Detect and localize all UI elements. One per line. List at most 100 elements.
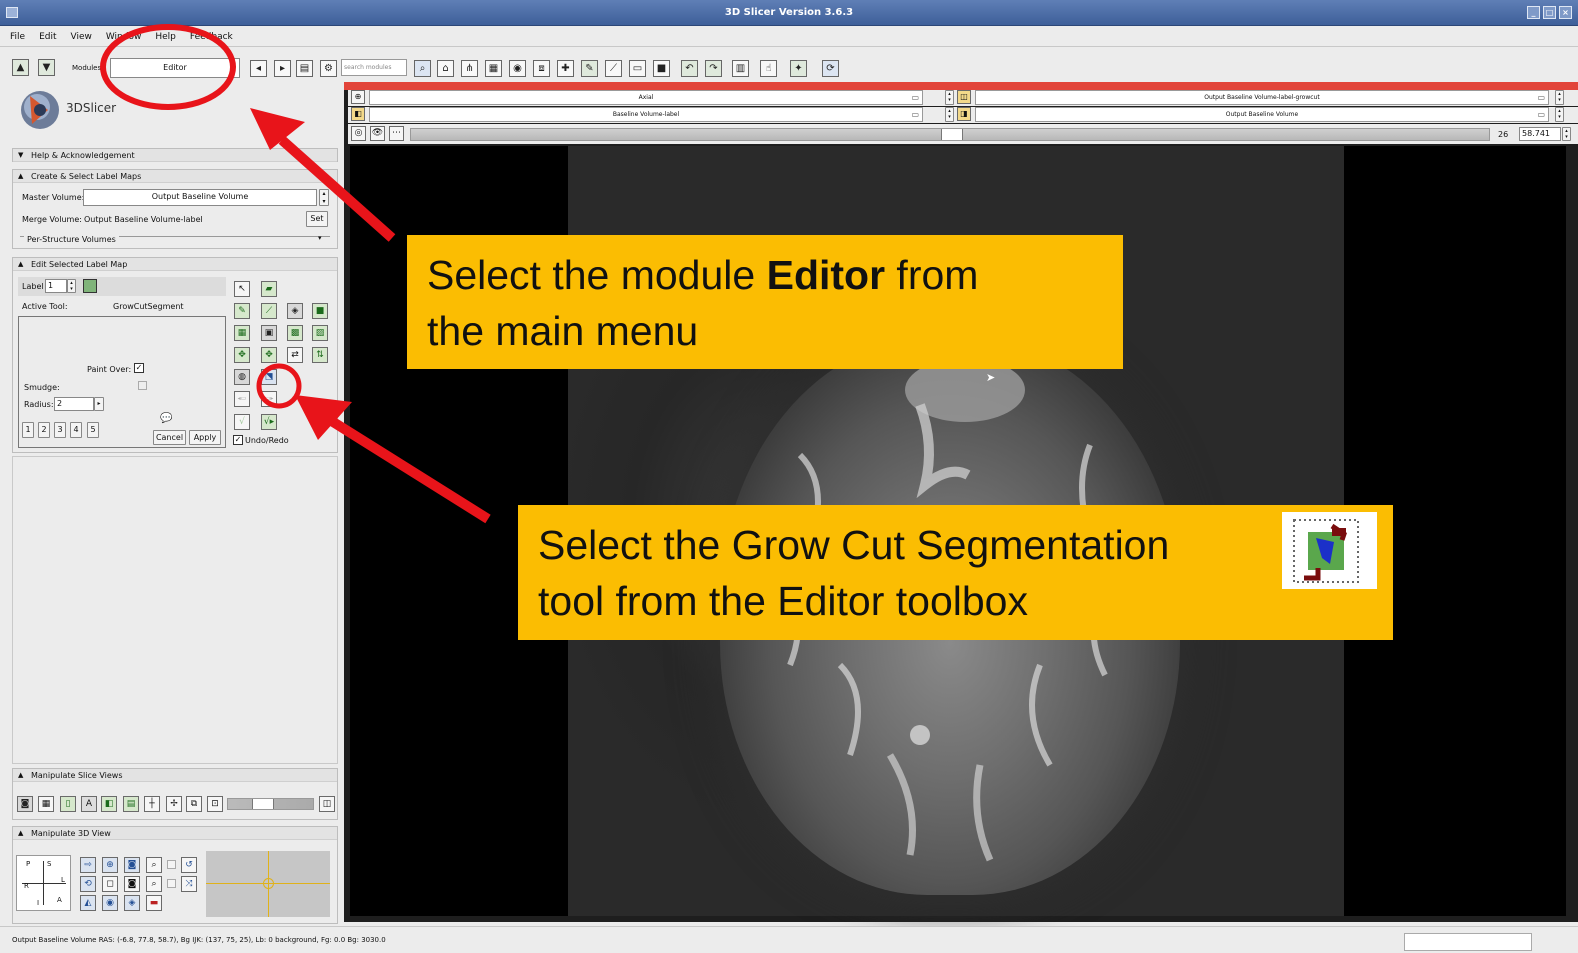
slice-pin-icon[interactable]: ⊕: [351, 90, 365, 104]
menu-edit[interactable]: Edit: [39, 32, 56, 42]
ortho-icon[interactable]: ◻: [102, 876, 118, 892]
identify-islands-icon[interactable]: ▦: [234, 325, 250, 341]
search-modules-input[interactable]: search modules: [341, 59, 407, 76]
view3d-header[interactable]: ▲ Manipulate 3D View: [13, 827, 337, 840]
rock-checkbox[interactable]: [167, 879, 176, 888]
link-icon[interactable]: ◎: [351, 126, 366, 141]
module-select[interactable]: Editor ▾: [110, 58, 240, 78]
zoom-in-icon[interactable]: ⌕: [146, 857, 162, 873]
minimize-icon[interactable]: _: [1527, 6, 1540, 19]
make-model-icon[interactable]: ⇅: [312, 347, 328, 363]
bg-fg-icon[interactable]: ⊡: [207, 796, 223, 812]
screenshot-3d-icon[interactable]: ◙: [124, 876, 140, 892]
draw-icon[interactable]: ⟋: [261, 303, 277, 319]
slice-spacing-icon[interactable]: ▯: [60, 796, 76, 812]
load-scene-icon[interactable]: ▲: [12, 59, 29, 76]
foreground-select[interactable]: Output Baseline Volume-label-growcut ▭: [975, 90, 1549, 105]
previous-check-point-icon[interactable]: ◂▭: [234, 391, 250, 407]
look-from-icon[interactable]: ⇨: [80, 857, 96, 873]
next-check-point-icon[interactable]: ▭▸: [261, 391, 277, 407]
radius-preset-3[interactable]: 3: [54, 422, 66, 438]
dilate-label-icon[interactable]: ✥: [261, 347, 277, 363]
pin-icon[interactable]: ◈: [124, 895, 140, 911]
growcut-segment-icon[interactable]: ⬔: [261, 369, 277, 385]
threshold-icon[interactable]: ◍: [234, 369, 250, 385]
radius-preset-1[interactable]: 1: [22, 422, 34, 438]
change-island-icon[interactable]: ▣: [261, 325, 277, 341]
set-button[interactable]: Set: [306, 211, 328, 227]
radius-arrow-icon[interactable]: ▸: [94, 397, 104, 411]
slice-offset-spinner[interactable]: ▴ ▾: [1562, 127, 1571, 141]
label-spinner[interactable]: ▴ ▾: [67, 279, 76, 293]
menu-file[interactable]: File: [10, 32, 25, 42]
erode-label-icon[interactable]: ✥: [234, 347, 250, 363]
foreground-layer-icon[interactable]: ◫: [957, 90, 971, 104]
rectangle-icon[interactable]: ■: [312, 303, 328, 319]
undo-icon[interactable]: ↶: [681, 60, 698, 77]
label-value-input[interactable]: 1: [45, 279, 67, 293]
menu-help[interactable]: Help: [155, 32, 176, 42]
compare-view-icon[interactable]: ▤: [123, 796, 139, 812]
visibility-icon[interactable]: ◉: [102, 895, 118, 911]
radius-input[interactable]: 2: [54, 397, 94, 411]
per-structure-volumes-toggle[interactable]: Per-Structure Volumes: [24, 235, 119, 244]
volumes-icon[interactable]: ▦: [485, 60, 502, 77]
apply-button[interactable]: Apply: [189, 430, 221, 445]
radius-preset-2[interactable]: 2: [38, 422, 50, 438]
radius-preset-5[interactable]: 5: [87, 422, 99, 438]
label-layer-icon[interactable]: ◧: [351, 107, 365, 121]
orientation-select[interactable]: Axial ▭: [369, 90, 923, 105]
preview-icon[interactable]: √: [234, 414, 250, 430]
radius-preset-4[interactable]: 4: [70, 422, 82, 438]
foreground-spinner[interactable]: ▴ ▾: [1555, 90, 1564, 105]
save-island-icon[interactable]: ▨: [312, 325, 328, 341]
master-volume-select[interactable]: Output Baseline Volume: [83, 189, 317, 206]
binoculars-icon[interactable]: ⌕: [414, 60, 431, 77]
slice-offset-thumb[interactable]: [941, 129, 963, 140]
zoom-out-icon[interactable]: ⌕: [146, 876, 162, 892]
remove-islands-icon[interactable]: ▩: [287, 325, 303, 341]
refresh-icon[interactable]: ⟳: [822, 60, 839, 77]
module-settings-icon[interactable]: ⚙: [320, 60, 337, 77]
maximize-icon[interactable]: □: [1543, 6, 1556, 19]
fiducials-icon[interactable]: ✚: [557, 60, 574, 77]
crosshair-icon[interactable]: ┼: [144, 796, 160, 812]
colors-icon[interactable]: ■: [653, 60, 670, 77]
layout-icon[interactable]: ▥: [732, 60, 749, 77]
paint-icon[interactable]: ✎: [234, 303, 250, 319]
redo-icon[interactable]: ↷: [705, 60, 722, 77]
pick-icon[interactable]: ✦: [790, 60, 807, 77]
module-forward-icon[interactable]: ▸: [274, 60, 291, 77]
edit-section-header[interactable]: ▲ Edit Selected Label Map: [13, 258, 337, 271]
stereo-icon[interactable]: ◭: [80, 895, 96, 911]
rotate-icon[interactable]: ⟲: [80, 876, 96, 892]
orientation-spinner[interactable]: ▴ ▾: [945, 90, 954, 105]
more-options-icon[interactable]: ⋯: [389, 126, 404, 141]
slice-settings-icon[interactable]: ◫: [319, 796, 335, 812]
label-outline-icon[interactable]: ◧: [101, 796, 117, 812]
spatial-unit-icon[interactable]: ✢: [166, 796, 182, 812]
master-volume-spinner[interactable]: ▴ ▾: [319, 189, 329, 206]
models-icon[interactable]: ◉: [509, 60, 526, 77]
spin-checkbox[interactable]: [167, 860, 176, 869]
save-scene-icon[interactable]: ▼: [38, 59, 55, 76]
background-select[interactable]: Output Baseline Volume ▭: [975, 107, 1549, 122]
module-back-icon[interactable]: ◂: [250, 60, 267, 77]
slice-views-header[interactable]: ▲ Manipulate Slice Views: [13, 769, 337, 782]
erase-label-icon[interactable]: ▰: [261, 281, 277, 297]
label-layer-select[interactable]: Baseline Volume-label ▭: [369, 107, 923, 122]
cancel-button[interactable]: Cancel: [153, 430, 186, 445]
window-menu-icon[interactable]: [6, 7, 18, 18]
menu-view[interactable]: View: [71, 32, 92, 42]
center-view-icon[interactable]: ⊕: [102, 857, 118, 873]
fade-slider[interactable]: [227, 798, 314, 810]
paint-over-checkbox[interactable]: ✓: [134, 363, 144, 373]
data-icon[interactable]: ⋔: [461, 60, 478, 77]
fade-slider-thumb[interactable]: [252, 799, 274, 809]
menu-feedback[interactable]: Feedback: [190, 32, 233, 42]
create-section-header[interactable]: ▲ Create & Select Label Maps: [13, 170, 337, 183]
label-layer-spinner[interactable]: ▴ ▾: [945, 107, 954, 122]
slice-offset-input[interactable]: 58.741: [1519, 127, 1561, 141]
apply-effect-icon[interactable]: √▸: [261, 414, 277, 430]
module-list-icon[interactable]: ▤: [296, 60, 313, 77]
